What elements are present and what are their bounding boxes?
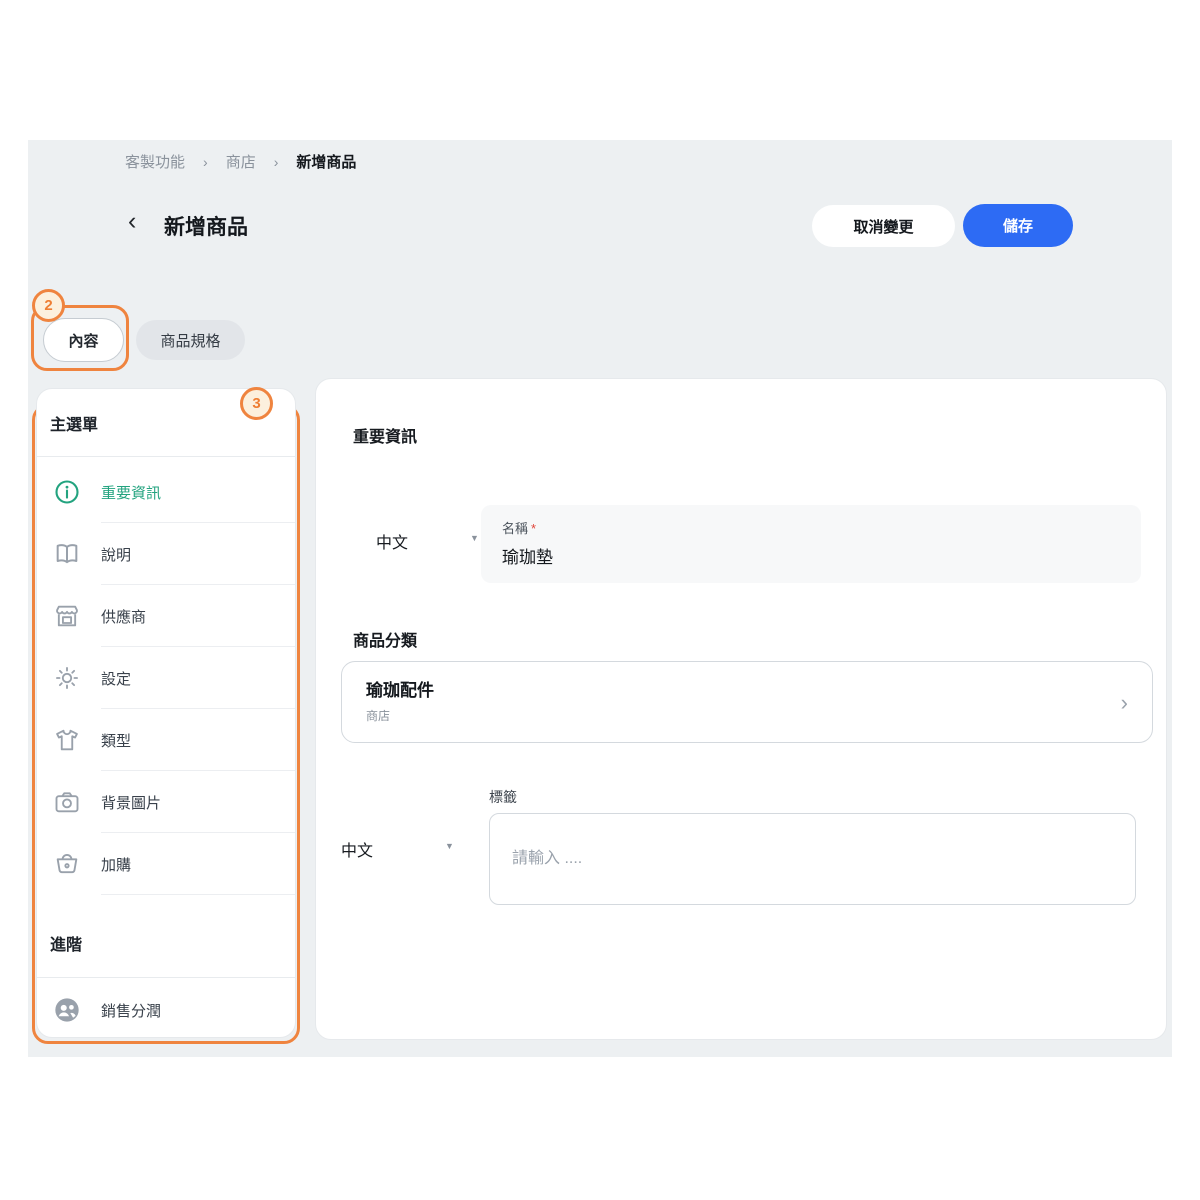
category-card[interactable]: 瑜珈配件 商店 ›	[341, 661, 1153, 743]
chevron-right-icon: ›	[203, 154, 208, 170]
product-name-field[interactable]: 名稱* 瑜珈墊	[481, 505, 1141, 583]
save-button[interactable]: 儲存	[963, 204, 1073, 247]
sidebar-item-background-image[interactable]: 背景圖片	[37, 771, 295, 833]
chevron-down-icon: ▼	[445, 841, 454, 851]
tags-input[interactable]	[489, 813, 1136, 905]
category-subtitle: 商店	[366, 707, 1128, 724]
section-title-category: 商品分類	[353, 627, 417, 651]
sidebar-item-label: 背景圖片	[101, 792, 161, 813]
sidebar-section-main-menu: 主選單	[50, 411, 98, 435]
main-content-panel: 重要資訊 中文 ▼ 名稱* 瑜珈墊 商品分類 瑜珈配件 商店 › 標籤 中文 ▼	[315, 378, 1167, 1040]
sidebar-item-label: 重要資訊	[101, 482, 161, 503]
people-icon	[53, 996, 81, 1024]
sidebar-item-label: 加購	[101, 854, 131, 875]
breadcrumb-item-custom-features[interactable]: 客製功能	[125, 151, 185, 172]
sidebar-section-advanced: 進階	[50, 931, 82, 955]
tshirt-icon	[53, 726, 81, 754]
chevron-right-icon: ›	[1121, 690, 1128, 716]
language-selector-name[interactable]: 中文 ▼	[376, 529, 479, 553]
app-window: 客製功能 › 商店 › 新增商品 ‹ 新增商品 取消變更 儲存 內容 商品規格 …	[0, 0, 1200, 1200]
back-icon[interactable]: ‹	[128, 204, 136, 239]
category-value: 瑜珈配件	[366, 676, 1128, 701]
sidebar-item-supplier[interactable]: 供應商	[37, 585, 295, 647]
tab-content[interactable]: 內容	[43, 318, 124, 362]
cancel-changes-button[interactable]: 取消變更	[812, 205, 955, 247]
page-title: 新增商品	[164, 211, 248, 241]
language-selector-tags[interactable]: 中文 ▼	[341, 837, 454, 861]
sidebar-item-label: 供應商	[101, 606, 146, 627]
gear-icon	[53, 664, 81, 692]
divider	[37, 456, 295, 457]
breadcrumb: 客製功能 › 商店 › 新增商品	[125, 151, 356, 172]
chevron-down-icon: ▼	[470, 533, 479, 543]
sidebar-item-settings[interactable]: 設定	[37, 647, 295, 709]
language-selector-value: 中文	[376, 529, 408, 553]
language-selector-value: 中文	[341, 837, 373, 861]
storefront-icon	[53, 602, 81, 630]
sidebar-item-addon[interactable]: 加購	[37, 833, 295, 895]
camera-icon	[53, 788, 81, 816]
basket-icon	[53, 850, 81, 878]
breadcrumb-item-add-product: 新增商品	[296, 151, 356, 172]
section-title-important-info: 重要資訊	[353, 423, 417, 447]
sidebar-item-label: 銷售分潤	[101, 1000, 161, 1021]
sidebar-item-type[interactable]: 類型	[37, 709, 295, 771]
sidebar-item-label: 類型	[101, 730, 131, 751]
name-field-label: 名稱	[502, 521, 528, 536]
sidebar-item-important-info[interactable]: 重要資訊	[37, 461, 295, 523]
tab-product-specs[interactable]: 商品規格	[136, 320, 245, 360]
required-asterisk: *	[531, 521, 536, 536]
chevron-right-icon: ›	[274, 154, 279, 170]
sidebar-item-description[interactable]: 說明	[37, 523, 295, 585]
divider	[37, 977, 295, 978]
sidebar-item-label: 說明	[101, 544, 131, 565]
sidebar-menu: 主選單 重要資訊 說明 供應商 設定	[36, 388, 296, 1038]
divider	[101, 894, 295, 895]
sidebar-item-label: 設定	[101, 668, 131, 689]
tags-field-label: 標籤	[489, 787, 517, 807]
sidebar-item-sales-commission[interactable]: 銷售分潤	[37, 983, 295, 1037]
book-icon	[53, 540, 81, 568]
breadcrumb-item-store[interactable]: 商店	[226, 151, 256, 172]
product-name-value: 瑜珈墊	[502, 543, 1120, 568]
info-icon	[53, 478, 81, 506]
